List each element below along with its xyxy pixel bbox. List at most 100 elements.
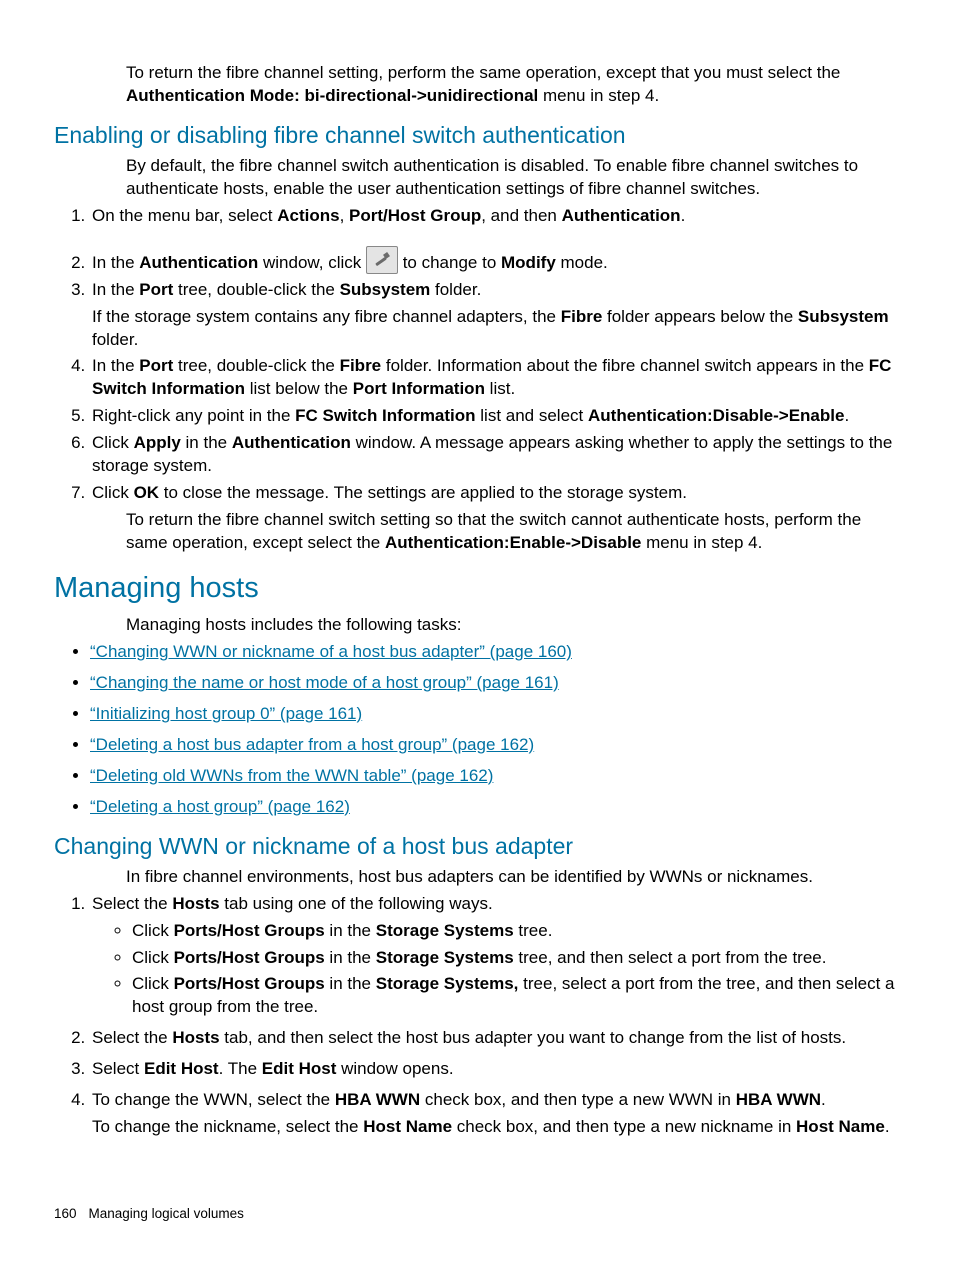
text: folder appears below the [602,307,798,326]
bold-text: Edit Host [144,1059,219,1078]
text: To return the fibre channel setting, per… [126,63,840,82]
cross-ref-link[interactable]: “Deleting a host bus adapter from a host… [90,735,534,754]
list-item: Select Edit Host. The Edit Host window o… [90,1058,900,1081]
text: On the menu bar, select [92,206,277,225]
bullet-list: “Changing WWN or nickname of a host bus … [54,641,900,819]
list-item: “Changing the name or host mode of a hos… [90,672,900,695]
list-item: “Changing WWN or nickname of a host bus … [90,641,900,664]
bold-text: Authentication [139,253,258,272]
text: In the [92,253,139,272]
text: . The [219,1059,262,1078]
text: Select the [92,894,172,913]
text: menu in step 4. [538,86,659,105]
text: Click [92,433,134,452]
text: Click [132,974,174,993]
list-item: On the menu bar, select Actions, Port/Ho… [90,205,900,242]
text: , [340,206,349,225]
bold-text: HBA WWN [335,1090,420,1109]
bold-text: Storage Systems [376,921,514,940]
text: tree, double-click the [173,356,339,375]
text: to change to [403,253,501,272]
cross-ref-link[interactable]: “Initializing host group 0” (page 161) [90,704,362,723]
cross-ref-link[interactable]: “Changing the name or host mode of a hos… [90,673,559,692]
text: Select [92,1059,144,1078]
bold-text: Authentication:Disable->Enable [588,406,844,425]
bold-text: Storage Systems, [376,974,519,993]
text: folder. [92,330,138,349]
pencil-modify-icon [366,246,398,274]
text: . [844,406,849,425]
text: tab using one of the following ways. [220,894,493,913]
text: window, click [258,253,366,272]
text: tab, and then select the host bus adapte… [220,1028,847,1047]
document-page: To return the fibre channel setting, per… [0,0,954,1271]
list-item: Click Ports/Host Groups in the Storage S… [132,973,900,1019]
page-number: 160 [54,1205,77,1223]
text: in the [325,921,376,940]
text: Click [132,921,174,940]
footer-title: Managing logical volumes [89,1206,244,1221]
bold-text: Authentication:Enable->Disable [385,533,641,552]
list-item: To change the WWN, select the HBA WWN ch… [90,1089,900,1139]
bold-text: Apply [134,433,181,452]
bold-text: OK [134,483,160,502]
text: window opens. [336,1059,453,1078]
text: to close the message. The settings are a… [159,483,687,502]
ordered-list: On the menu bar, select Actions, Port/Ho… [54,205,900,505]
text: list and select [476,406,588,425]
bullet-list: Click Ports/Host Groups in the Storage S… [92,920,900,1020]
text: in the [325,974,376,993]
bold-text: Modify [501,253,556,272]
bold-text: Hosts [172,894,219,913]
bold-text: Storage Systems [376,948,514,967]
bold-text: Authentication [562,206,681,225]
heading-changing-wwn: Changing WWN or nickname of a host bus a… [54,831,900,862]
list-item: Click Apply in the Authentication window… [90,432,900,478]
list-item: In the Port tree, double-click the Fibre… [90,355,900,401]
text: mode. [556,253,608,272]
paragraph: In fibre channel environments, host bus … [126,866,900,889]
text: folder. [430,280,481,299]
list-item: In the Port tree, double-click the Subsy… [90,279,900,352]
list-item: “Initializing host group 0” (page 161) [90,703,900,726]
list-item: In the Authentication window, click to c… [90,246,900,275]
paragraph: Managing hosts includes the following ta… [126,614,900,637]
bold-text: Port [139,280,173,299]
bold-text: FC Switch Information [295,406,475,425]
text: . [681,206,686,225]
paragraph: By default, the fibre channel switch aut… [126,155,900,201]
heading-enable-disable-auth: Enabling or disabling fibre channel swit… [54,120,900,151]
text: Click [132,948,174,967]
text: If the storage system contains any fibre… [92,307,561,326]
bold-text: HBA WWN [736,1090,821,1109]
ordered-list: Select the Hosts tab using one of the fo… [54,893,900,1139]
bold-text: Port/Host Group [349,206,481,225]
text: . [885,1117,890,1136]
bold-text: Subsystem [798,307,889,326]
bold-text: Ports/Host Groups [174,921,325,940]
cross-ref-link[interactable]: “Deleting a host group” (page 162) [90,797,350,816]
bold-text: Actions [277,206,339,225]
list-item: Select the Hosts tab, and then select th… [90,1027,900,1050]
text: Click [92,483,134,502]
bold-text: Hosts [172,1028,219,1047]
bold-text: Port Information [353,379,485,398]
list-item: Right-click any point in the FC Switch I… [90,405,900,428]
text: To change the WWN, select the [92,1090,335,1109]
bold-text: Host Name [363,1117,452,1136]
heading-managing-hosts: Managing hosts [54,569,900,608]
text: Select the [92,1028,172,1047]
text: tree. [514,921,553,940]
list-item: Click OK to close the message. The setti… [90,482,900,505]
bold-text: Edit Host [262,1059,337,1078]
text: To change the nickname, select the [92,1117,363,1136]
text: In the [92,356,139,375]
paragraph: If the storage system contains any fibre… [92,306,900,352]
cross-ref-link[interactable]: “Deleting old WWNs from the WWN table” (… [90,766,493,785]
text: in the [325,948,376,967]
bold-text: Ports/Host Groups [174,948,325,967]
cross-ref-link[interactable]: “Changing WWN or nickname of a host bus … [90,642,572,661]
bold-text: Host Name [796,1117,885,1136]
text: check box, and then type a new nickname … [452,1117,796,1136]
bold-text: Fibre [340,356,382,375]
